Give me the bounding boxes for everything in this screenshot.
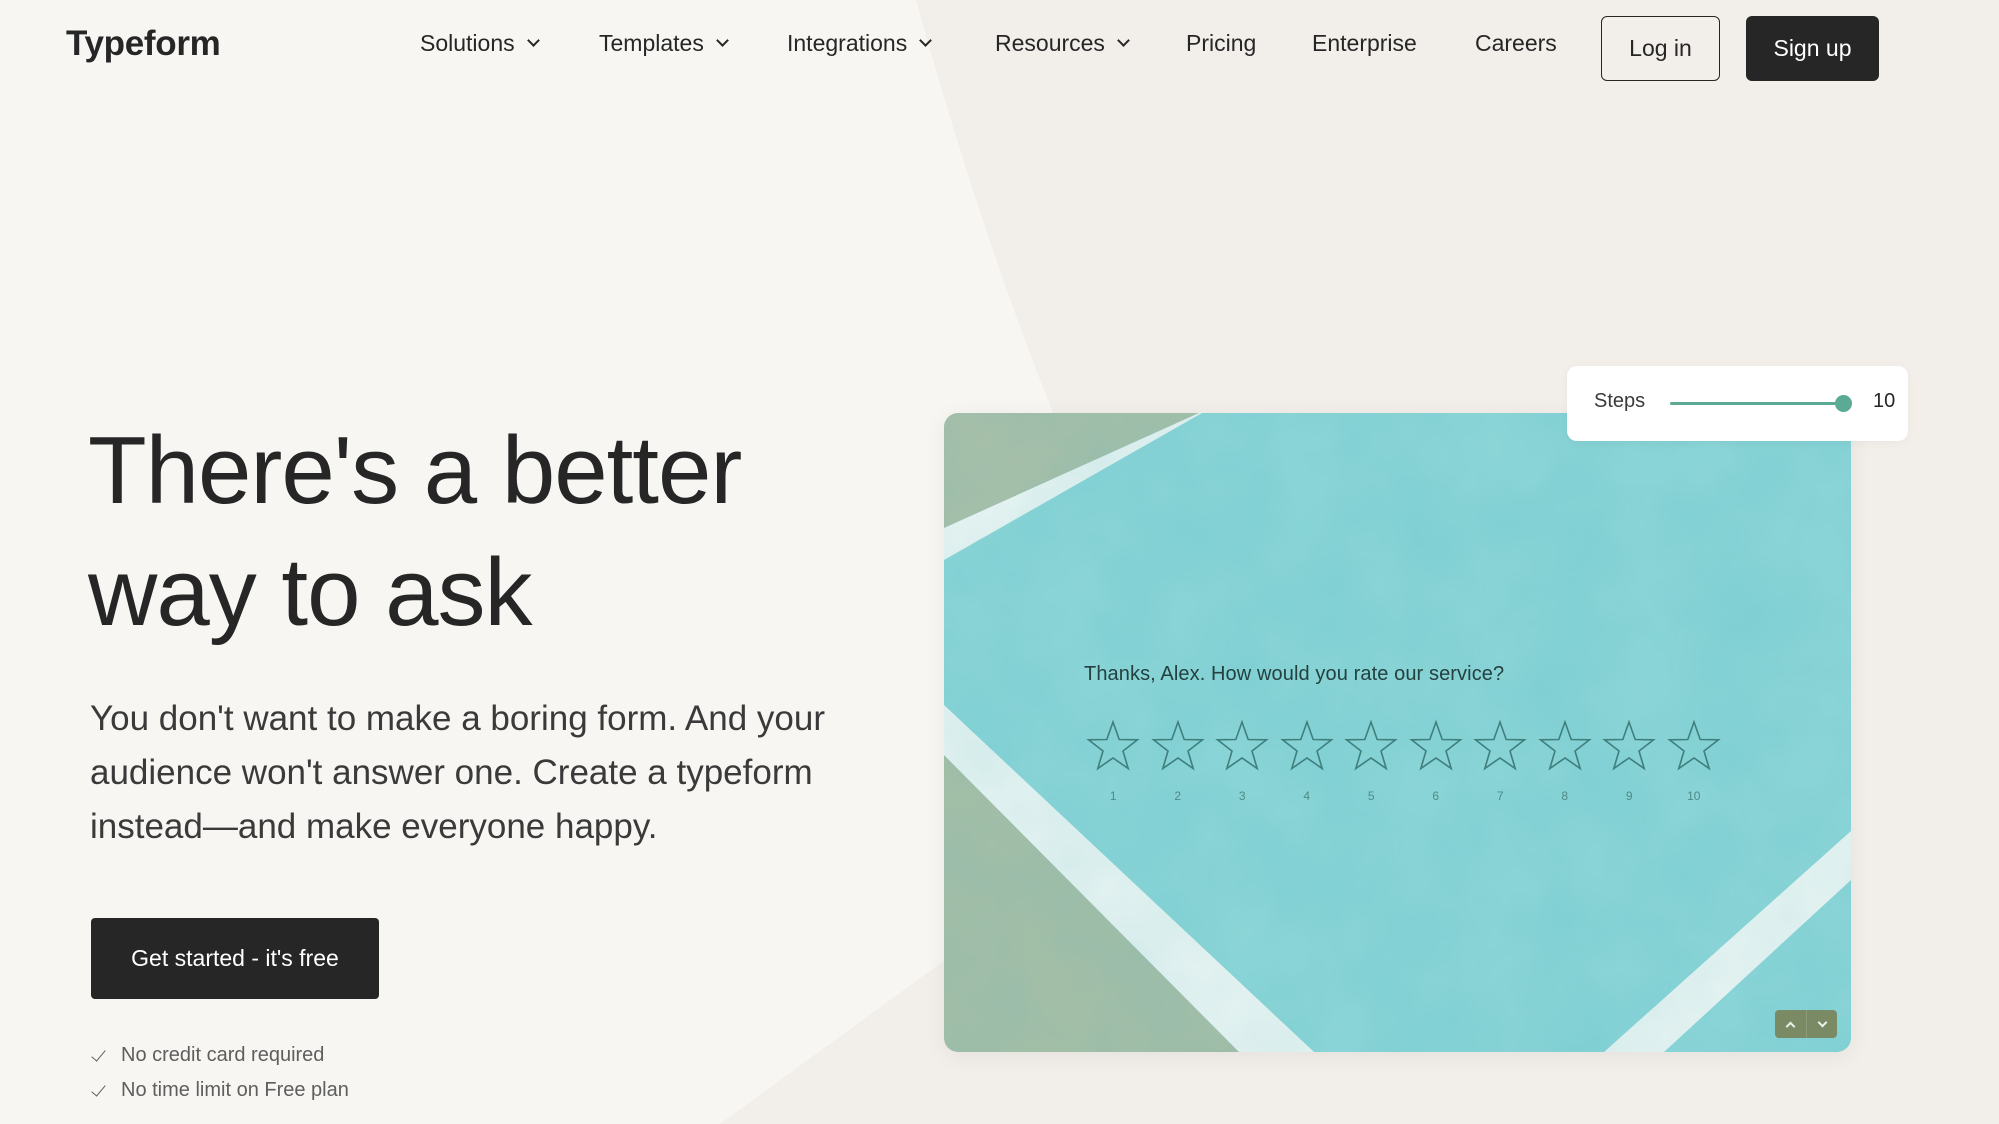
nav-pricing-label: Pricing [1186,30,1257,56]
nav-solutions-label: Solutions [420,30,515,56]
get-started-button[interactable]: Get started - it's free [91,918,379,999]
nav-enterprise-label: Enterprise [1312,30,1417,56]
rating-option[interactable]: 5 [1339,719,1404,803]
steps-slider[interactable] [1670,395,1852,412]
nav-integrations[interactable]: Integrations [787,30,933,57]
hero-title: There's a better way to ask [88,410,888,654]
login-button[interactable]: Log in [1601,16,1720,81]
star-outline-icon [1279,719,1334,771]
rating-option-label: 2 [1174,789,1182,803]
nav-resources[interactable]: Resources [995,30,1130,57]
checkmark-icon [91,1083,107,1099]
previous-question-button[interactable] [1775,1010,1806,1038]
next-question-button[interactable] [1806,1010,1837,1038]
rating-option[interactable]: 7 [1468,719,1533,803]
star-outline-icon [1150,719,1205,771]
benefits-list: No credit card required No time limit on… [91,1038,349,1108]
nav-solutions[interactable]: Solutions [420,30,540,57]
rating-option-label: 10 [1687,789,1701,803]
chevron-up-icon [1785,1021,1796,1031]
rating-option[interactable]: 3 [1210,719,1275,803]
chevron-down-icon [715,34,729,47]
star-outline-icon [1215,719,1270,771]
nav-integrations-label: Integrations [787,30,908,56]
benefit-item: No time limit on Free plan [91,1073,349,1108]
star-outline-icon [1602,719,1657,771]
rating-option-label: 3 [1238,789,1246,803]
star-outline-icon [1537,719,1592,771]
chevron-down-icon [526,34,540,47]
signup-button[interactable]: Sign up [1746,16,1879,81]
rating-option-label: 9 [1625,789,1633,803]
rating-option[interactable]: 8 [1533,719,1598,803]
chevron-down-icon [1117,34,1130,47]
checkmark-icon [91,1048,107,1064]
rating-option-label: 5 [1367,789,1375,803]
nav-careers[interactable]: Careers [1475,30,1557,57]
nav-templates[interactable]: Templates [599,30,729,57]
benefit-item: No credit card required [91,1038,349,1073]
nav-templates-label: Templates [599,30,704,56]
nav-enterprise[interactable]: Enterprise [1312,30,1417,57]
chevron-down-icon [919,34,933,47]
rating-scale: 1 2 3 4 5 6 7 8 9 10 [1081,719,1726,803]
form-navigation [1775,1010,1837,1038]
rating-option-label: 6 [1432,789,1440,803]
rating-option[interactable]: 1 [1081,719,1146,803]
rating-option[interactable]: 6 [1404,719,1469,803]
star-outline-icon [1344,719,1399,771]
hero-title-line-1: There's a better [88,417,742,524]
chevron-down-icon [1817,1017,1827,1027]
rating-option[interactable]: 2 [1146,719,1211,803]
hero-subtitle: You don't want to make a boring form. An… [90,699,825,846]
rating-option-label: 1 [1109,789,1117,803]
nav-careers-label: Careers [1475,30,1557,56]
steps-slider-thumb[interactable] [1834,395,1852,412]
benefit-text: No credit card required [121,1044,325,1066]
nav-pricing[interactable]: Pricing [1186,30,1256,57]
rating-option[interactable]: 10 [1662,719,1727,803]
site-header: Typeform Solutions Templates Integration… [0,0,1999,97]
star-outline-icon [1408,719,1463,771]
hero-title-line-2: way to ask [88,539,533,646]
benefit-text: No time limit on Free plan [121,1079,349,1101]
steps-value: 10 [1873,390,1896,412]
form-question: Thanks, Alex. How would you rate our ser… [1084,663,1505,685]
star-outline-icon [1666,719,1721,771]
rating-option-label: 4 [1303,789,1311,803]
form-preview-card: Thanks, Alex. How would you rate our ser… [944,413,1851,1052]
steps-control: Steps 10 [1567,366,1908,441]
rating-option-label: 8 [1561,789,1569,803]
steps-label: Steps [1594,390,1646,412]
nav-resources-label: Resources [995,30,1105,56]
star-outline-icon [1473,719,1528,771]
rating-option[interactable]: 4 [1275,719,1340,803]
rating-option-label: 7 [1496,789,1504,803]
rating-option[interactable]: 9 [1597,719,1662,803]
star-outline-icon [1086,719,1141,771]
